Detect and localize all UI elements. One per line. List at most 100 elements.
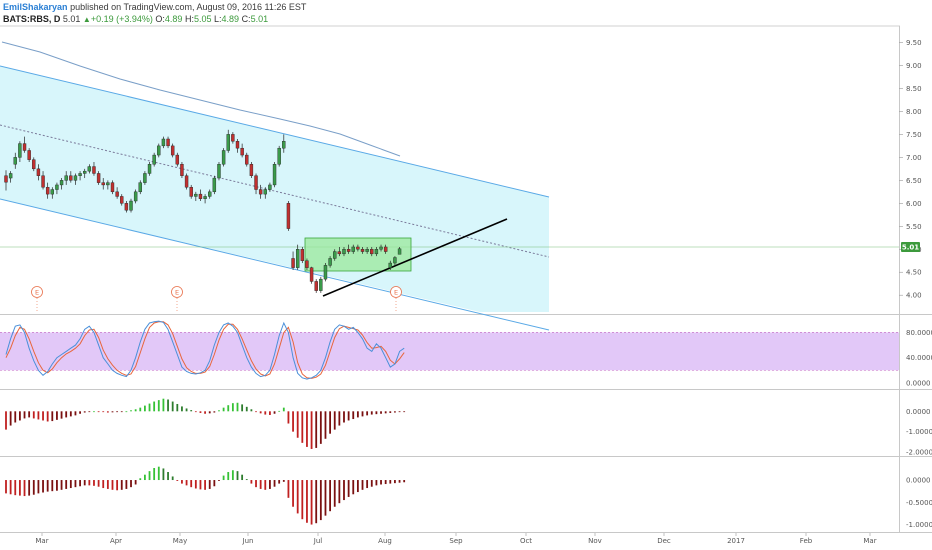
histogram-bar [361,480,364,490]
histogram-bar [102,480,105,489]
price-tick-label: 8.50 [906,85,922,93]
candle [221,148,226,167]
stochastic-axis: 80.0000 40.0000 0.0000 [906,329,932,387]
histogram-bar [46,411,49,422]
histogram-bar [236,471,239,481]
histogram-bar [194,411,197,413]
histogram-bar [343,480,345,501]
histogram-bar [185,408,188,412]
price-tick-label: 4.50 [906,269,922,277]
price-axis: 9.509.008.508.007.507.006.506.005.505.00… [899,39,922,300]
histogram-bar [222,475,225,481]
histogram-bar [384,480,387,485]
histogram-bar [370,480,373,487]
histogram-bar [111,411,114,413]
histogram-bar [241,474,244,481]
histogram-bar [338,411,341,426]
last-price-marker-text: 5.01 [902,244,919,252]
histogram-bar [42,480,44,493]
histogram-bar [352,480,355,495]
price-tick-label: 9.50 [906,39,922,47]
histogram-bar [352,411,355,420]
histogram-bar [329,411,331,434]
histogram-bar [356,411,359,418]
histogram-bar [97,480,100,487]
histogram-bar [125,411,128,413]
histogram-bar [204,480,206,490]
time-tick-label: Feb [800,537,813,545]
price-tick-label: 6.50 [906,177,922,185]
histogram-bar [269,411,271,415]
histogram-bar [116,480,119,491]
histogram-bar [60,411,63,419]
histogram-bar [93,480,95,486]
histogram-bar [157,400,160,412]
histogram-bar [324,480,327,516]
histogram-bar [37,411,40,420]
histogram-bar [398,480,401,483]
price-tick-label: 6.00 [906,200,922,208]
histogram-bar [157,466,160,481]
histogram-bar [259,480,262,489]
stochastic-pane[interactable]: 80.0000 40.0000 0.0000 [0,320,932,387]
histogram-bar [120,480,123,490]
histogram-bar [134,480,137,485]
histogram-bar [32,411,35,419]
histogram-bar [18,411,21,421]
histogram-bar [319,411,322,444]
histogram-b-pane[interactable]: 0.0000 -0.5000 -1.0000 [5,466,932,529]
histogram-bar [167,472,169,481]
chart-area[interactable]: E E E 9.50 9.00 8.50 8.00 7.50 7.00 6.50 6.00 5.50… [0,0,932,550]
histogram-bar [130,480,132,488]
histogram-bar [310,411,313,449]
time-axis: Mar Apr May Jun Jul Aug Sep Oct Nov Dec 2017 Feb Mar [35,533,877,545]
histogram-bar [42,411,44,421]
candle [323,263,328,282]
histogram-tick-label: -1.0000 [906,521,932,529]
histogram-bar [134,409,137,412]
histogram-bar [14,411,17,423]
histogram-bar [296,411,299,438]
candle [277,145,281,167]
histogram-bar [273,411,276,414]
histogram-a-pane[interactable]: 0.0000 -1.0000 -2.0000 [5,398,932,457]
histogram-bar [218,480,220,481]
histogram-bar [74,480,77,488]
histogram-bar [347,411,350,421]
price-pane[interactable]: E E E 9.50 9.00 8.50 8.00 7.50 7.00 6.50 6.00 5.50… [0,39,922,331]
histogram-bar [347,480,350,497]
histogram-bar [245,406,248,412]
histogram-bar [144,474,146,481]
histogram-bar [282,407,285,412]
histogram-bar [162,468,165,481]
histogram-bar [51,480,54,492]
histogram-bar [292,480,294,507]
histogram-bar [333,411,336,430]
histogram-bar [194,480,197,489]
histogram-bar [79,411,81,414]
histogram-bar [329,480,331,512]
histogram-bar [167,399,169,412]
histogram-bar [181,406,183,412]
histogram-bar [139,478,142,481]
histogram-bar [394,411,396,413]
stochastic-tick-label: 40.0000 [906,354,932,362]
histogram-bar [190,410,193,412]
histogram-tick-label: 0.0000 [906,477,931,485]
histogram-bar [333,480,336,507]
histogram-bar [370,411,373,415]
histogram-bar [56,480,58,491]
histogram-tick-label: -2.0000 [906,449,932,457]
histogram-bar [5,480,7,494]
time-tick-label: Jul [313,537,323,545]
histogram-bar [231,470,234,481]
histogram-bar [51,411,54,422]
histogram-bar [375,411,378,415]
histogram-bar [23,411,26,419]
histogram-bar [93,411,95,413]
histogram-bar [231,403,234,412]
histogram-bar [130,410,132,412]
histogram-bar [181,480,183,484]
histogram-bar [310,480,313,525]
histogram-a-bars [5,398,406,449]
